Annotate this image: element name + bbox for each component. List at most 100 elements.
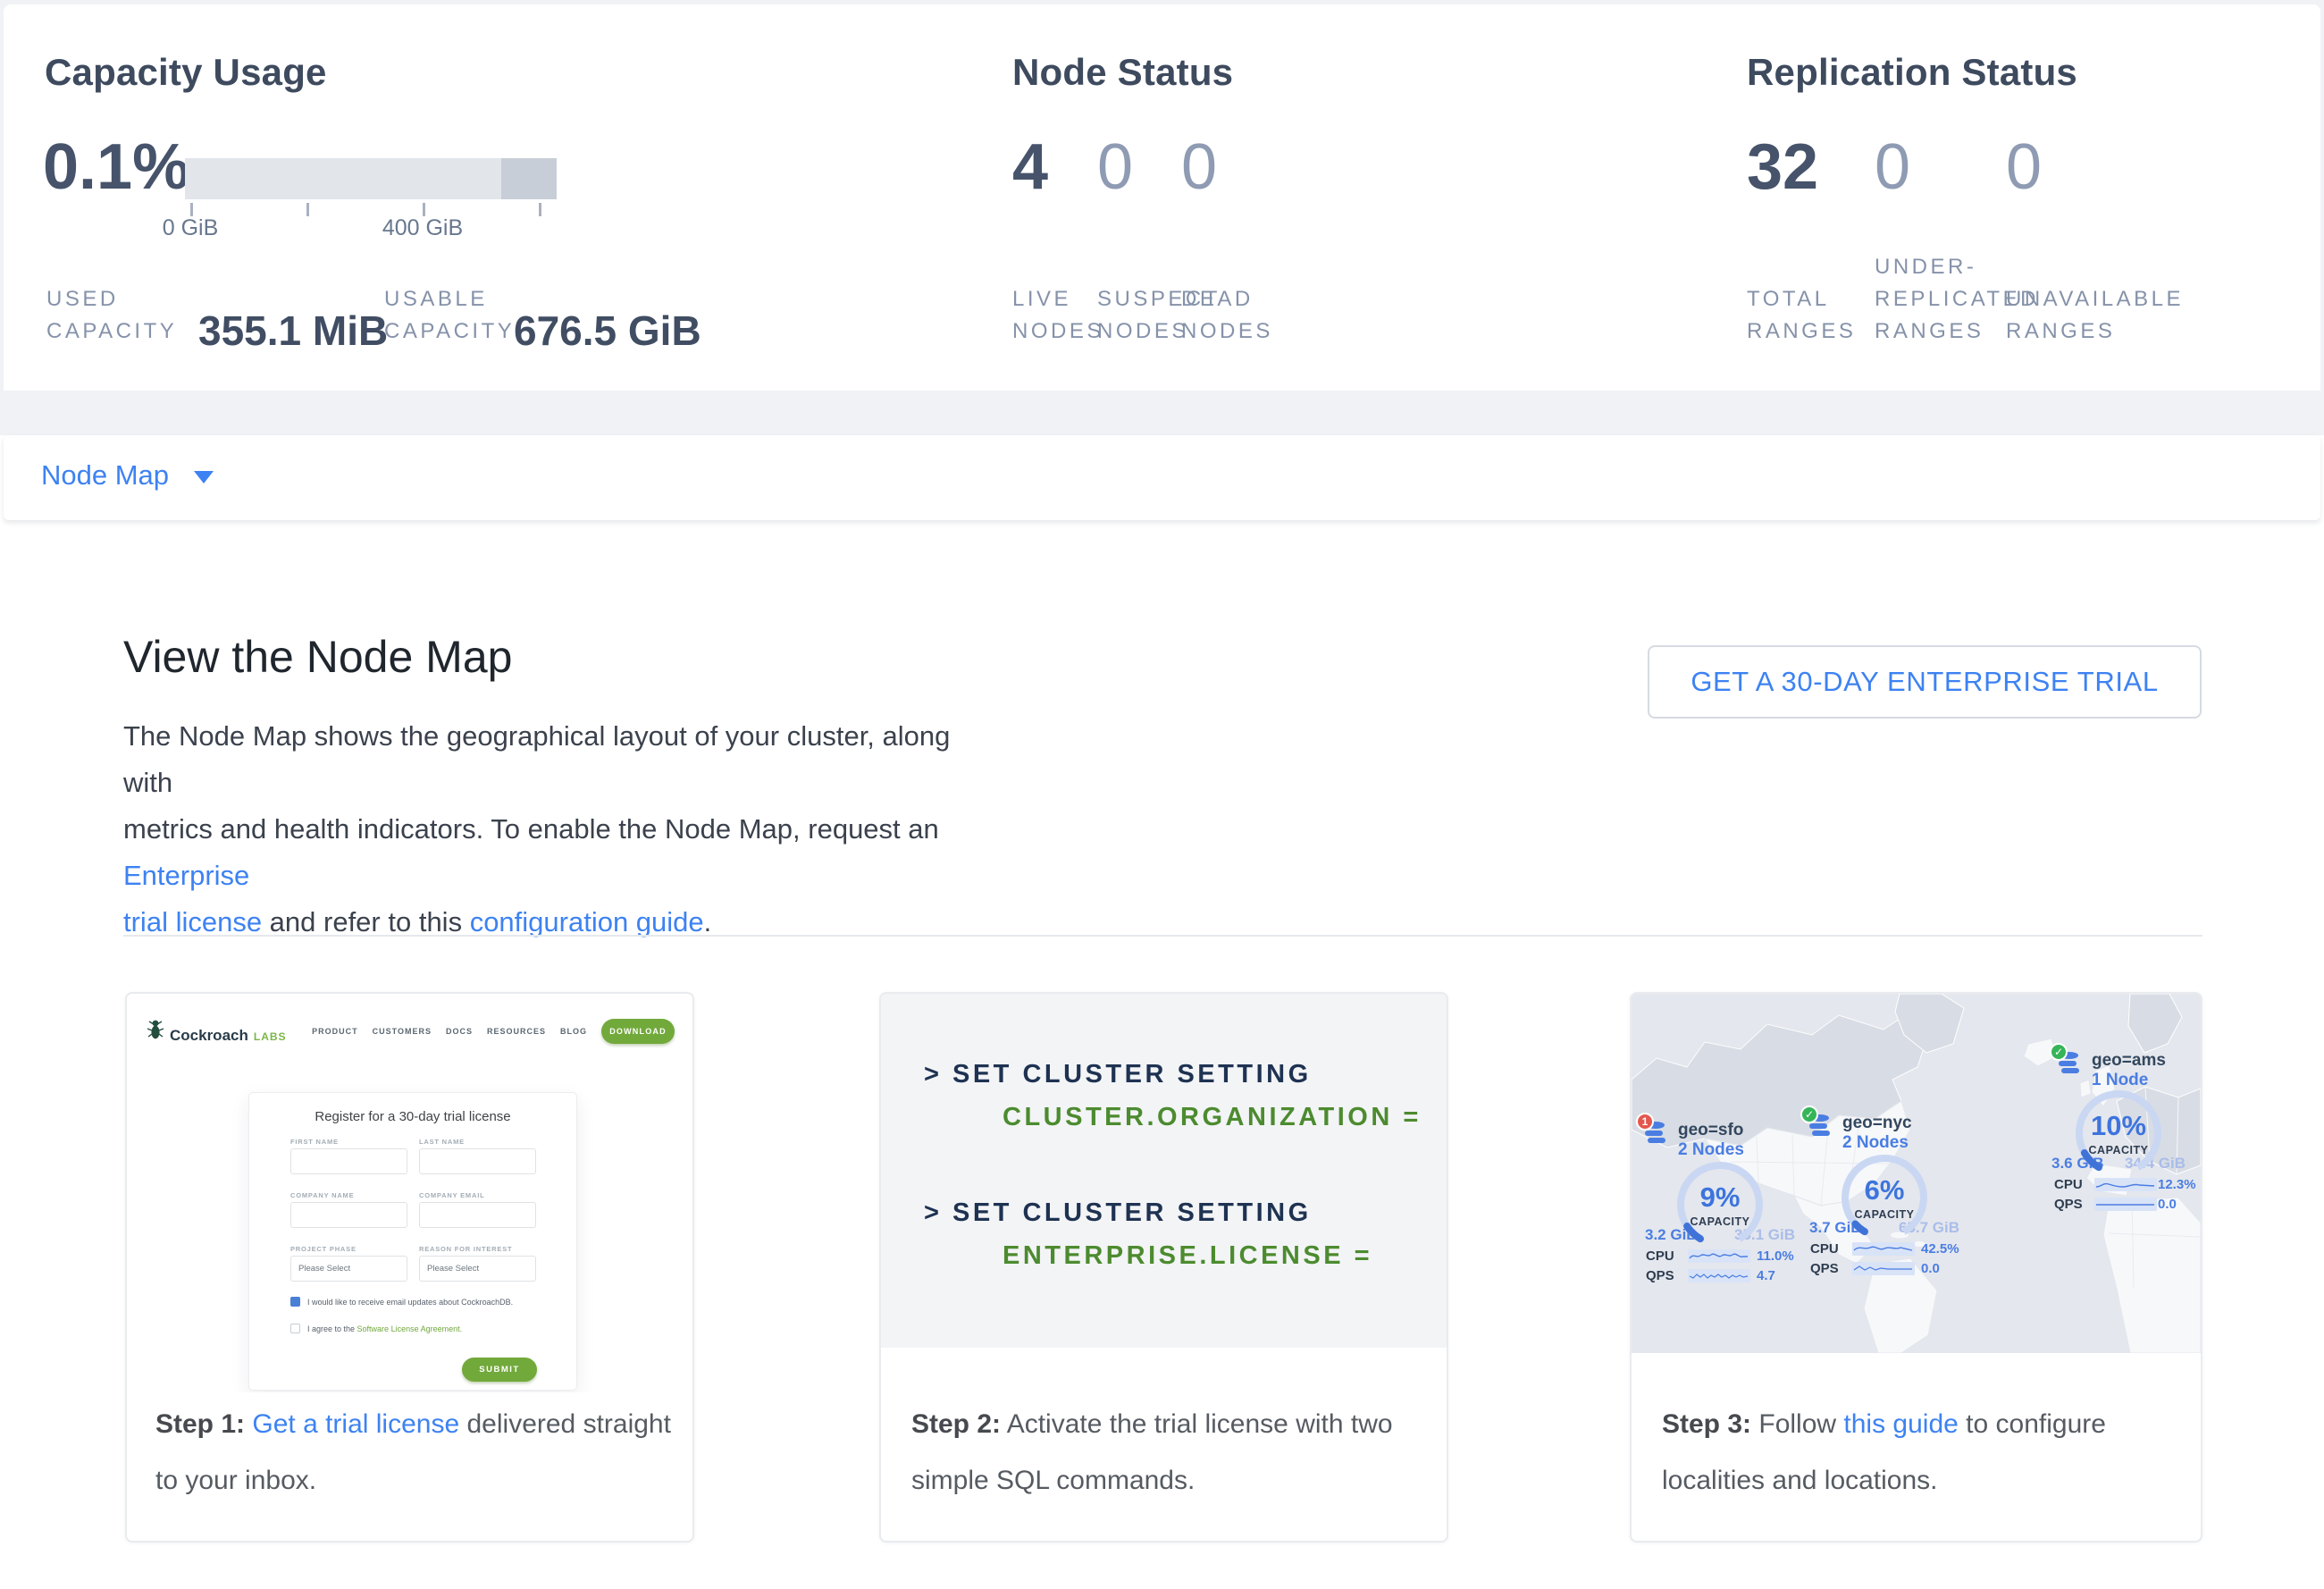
qps-sparkline (1688, 1269, 1750, 1282)
locality-name: geo=ams (2092, 1051, 2166, 1071)
check-badge-icon: ✓ (1800, 1106, 1818, 1123)
reason-select: Please Select (419, 1256, 536, 1282)
node-map-dropdown-label: Node Map (41, 459, 169, 492)
dead-nodes-count: 0 (1181, 135, 1217, 199)
get-enterprise-trial-button[interactable]: GET A 30-DAY ENTERPRISE TRIAL (1648, 645, 2202, 719)
replication-status-title: Replication Status (1747, 51, 2077, 94)
used-capacity-value: 355.1 MiB (198, 307, 388, 355)
live-nodes-label: LIVENODES (1012, 283, 1104, 348)
text-run: metrics and health indicators. To enable… (123, 813, 939, 845)
sql-line-2: CLUSTER.ORGANIZATION = (1003, 1103, 1422, 1132)
node-status-title: Node Status (1012, 51, 1233, 94)
sql-line-4: ENTERPRISE.LICENSE = (1003, 1241, 1372, 1271)
node-map-description: The Node Map shows the geographical layo… (123, 713, 981, 946)
step1-card: Cockroach LABS PRODUCT CUSTOMERS DOCS RE… (125, 992, 694, 1543)
used-capacity-label: USED CAPACITY (46, 283, 177, 348)
first-name-field (290, 1148, 407, 1174)
capacity-gauge: 10% CAPACITY (2069, 1089, 2168, 1165)
locality-ams: ✓ geo=ams 1 Node (2038, 1051, 2199, 1212)
cockroach-bug-icon (147, 1019, 164, 1040)
step3-caption: Step 3: Follow this guide to configure lo… (1662, 1396, 2127, 1509)
step1-caption: Step 1: Get a trial license delivered st… (155, 1396, 692, 1509)
capacity-bar-other-segment (501, 158, 557, 199)
project-phase-select: Please Select (290, 1256, 407, 1282)
node-map-thumbnail: 1 geo=sfo 2 Nodes (1632, 994, 2201, 1353)
step2-caption: Step 2: Activate the trial license with … (911, 1396, 1421, 1509)
suspect-nodes-count: 0 (1097, 135, 1133, 199)
capacity-bar (185, 158, 557, 199)
step-label: Step 3: (1662, 1409, 1751, 1439)
form-title: Register for a 30-day trial license (249, 1109, 576, 1124)
locality-sfo: 1 geo=sfo 2 Nodes (1635, 1121, 1805, 1283)
capacity-tick-0: 0 GiB (114, 215, 266, 241)
locality-nyc: ✓ geo=nyc 2 Nodes (1800, 1114, 1969, 1276)
text-run: simple SQL commands. (911, 1466, 1195, 1495)
cluster-summary-panel: Capacity Usage 0.1% 0 GiB 400 GiB USED C… (4, 4, 2320, 391)
trial-registration-form: Register for a 30-day trial license FIRS… (248, 1092, 577, 1391)
page-title: View the Node Map (123, 631, 512, 683)
cpu-sparkline (2094, 1178, 2157, 1191)
company-name-field (290, 1202, 407, 1228)
total-ranges-count: 32 (1747, 135, 1818, 199)
unavailable-count: 0 (2006, 135, 2042, 199)
capacity-percent: 0.1% (43, 135, 189, 199)
step2-card: > SET CLUSTER SETTING CLUSTER.ORGANIZATI… (879, 992, 1448, 1543)
text-run: Activate the trial license with two (1001, 1409, 1393, 1439)
locality-name: geo=sfo (1678, 1121, 1744, 1140)
last-name-field (419, 1148, 536, 1174)
checkbox-checked-icon (290, 1297, 300, 1307)
mini-site-nav: PRODUCT CUSTOMERS DOCS RESOURCES BLOG (312, 1027, 587, 1036)
usable-capacity-label: USABLE CAPACITY (384, 283, 515, 348)
company-email-field (419, 1202, 536, 1228)
step-label: Step 2: (911, 1409, 1001, 1439)
capacity-usage-title: Capacity Usage (45, 51, 327, 94)
text-run: and refer to this (262, 906, 470, 937)
dead-nodes-label: DEADNODES (1181, 283, 1273, 348)
mini-submit-button: SUBMIT (462, 1358, 537, 1382)
sql-line-3: > SET CLUSTER SETTING (924, 1198, 1312, 1228)
error-badge-icon: 1 (1636, 1113, 1654, 1131)
text-run: . (704, 906, 712, 937)
node-map-dropdown[interactable]: Node Map (41, 459, 214, 492)
license-agreement-checkbox: I agree to the Software License Agreemen… (290, 1324, 462, 1333)
locality-node-count: 2 Nodes (1842, 1133, 1912, 1153)
usable-capacity-value: 676.5 GiB (514, 307, 701, 355)
locality-name: geo=nyc (1842, 1114, 1912, 1133)
capacity-gauge: 9% CAPACITY (1671, 1160, 1769, 1237)
step3-card: 1 geo=sfo 2 Nodes (1630, 992, 2202, 1543)
trial-registration-thumbnail: Cockroach LABS PRODUCT CUSTOMERS DOCS RE… (134, 999, 685, 1392)
inline-link[interactable]: trial license (123, 906, 262, 937)
mini-download-button: DOWNLOAD (601, 1019, 675, 1044)
view-selector-bar: Node Map (4, 435, 2320, 520)
section-divider (123, 935, 2202, 937)
cockroach-labs-logo: Cockroach LABS (147, 1019, 287, 1045)
inline-link[interactable]: configuration guide (470, 906, 704, 937)
checkbox-empty-icon (290, 1324, 300, 1333)
inline-link[interactable]: Get a trial license (252, 1409, 459, 1439)
text-run: to configure (1959, 1409, 2106, 1439)
cluster-overview-page: Capacity Usage 0.1% 0 GiB 400 GiB USED C… (0, 0, 2324, 1589)
text-run: localities and locations. (1662, 1466, 1938, 1495)
capacity-tick-400: 400 GiB (347, 215, 499, 241)
cpu-sparkline (1852, 1242, 1915, 1256)
total-ranges-label: TOTALRANGES (1747, 283, 1856, 348)
locality-node-count: 2 Nodes (1678, 1140, 1744, 1160)
text-run: to your inbox. (155, 1466, 316, 1495)
text-run: Follow (1751, 1409, 1843, 1439)
text-run: The Node Map shows the geographical layo… (123, 720, 950, 798)
sql-snippet-panel: > SET CLUSTER SETTING CLUSTER.ORGANIZATI… (881, 994, 1447, 1348)
caret-down-icon (194, 471, 214, 483)
inline-link[interactable]: Enterprise (123, 860, 249, 891)
check-badge-icon: ✓ (2050, 1043, 2068, 1061)
sql-line-1: > SET CLUSTER SETTING (924, 1060, 1312, 1089)
capacity-gauge: 6% CAPACITY (1835, 1153, 1934, 1230)
unavailable-label: UNAVAILABLERANGES (2006, 283, 2184, 348)
inline-link[interactable]: this guide (1843, 1409, 1958, 1439)
live-nodes-count: 4 (1012, 135, 1048, 199)
step-label: Step 1: (155, 1409, 245, 1439)
license-agreement-link: Software License Agreement. (357, 1324, 463, 1333)
locality-node-count: 1 Node (2092, 1071, 2166, 1090)
text-run: delivered straight (459, 1409, 671, 1439)
cpu-sparkline (1688, 1249, 1750, 1263)
qps-sparkline (1852, 1262, 1915, 1275)
